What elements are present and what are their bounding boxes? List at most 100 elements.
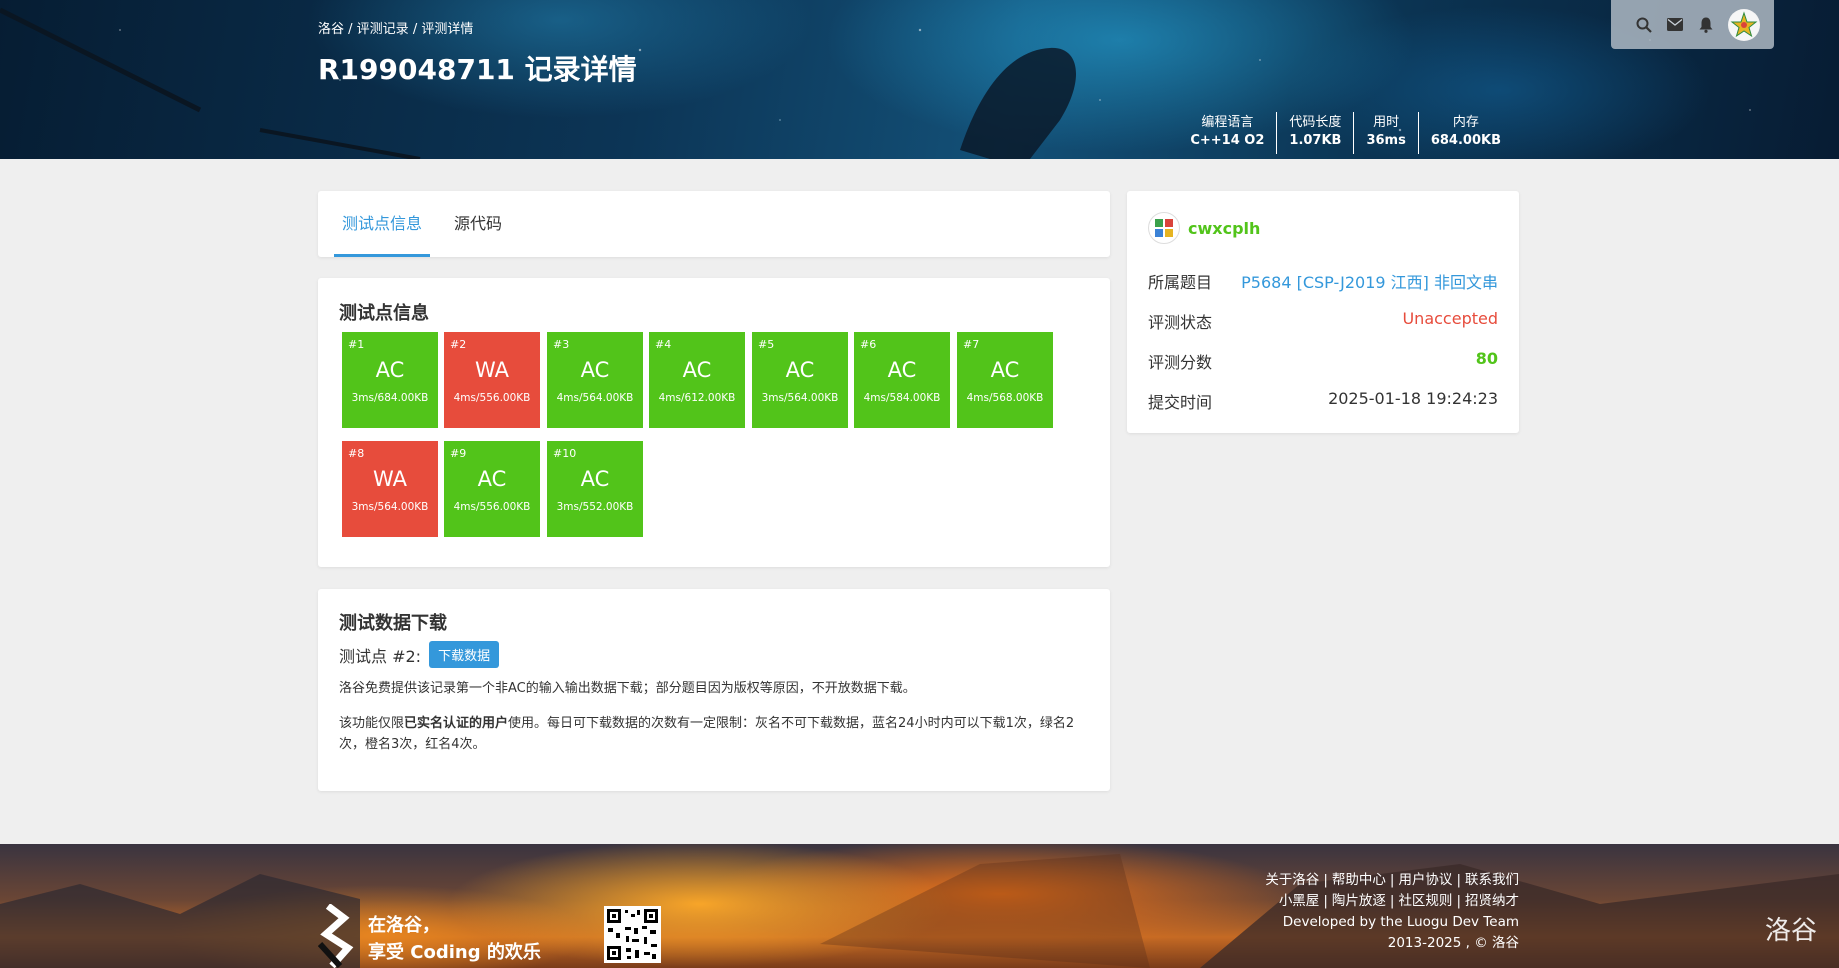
stat-value: C++14 O2 (1190, 133, 1265, 148)
link-contact[interactable]: 联系我们 (1465, 872, 1519, 888)
link-blacklist[interactable]: 小黑屋 (1279, 893, 1320, 909)
testcase-id: #10 (553, 447, 577, 460)
stat-label: 内存 (1452, 115, 1479, 130)
testcase-status: AC (580, 358, 610, 382)
stat-value: 36ms (1366, 133, 1406, 148)
submit-time-value: 2025-01-18 19:24:23 (1328, 389, 1498, 408)
copyright: 2013-2025 , © 洛谷 (1387, 935, 1519, 951)
testcase-id: #3 (553, 338, 570, 351)
breadcrumb-item-detail[interactable]: 评测详情 (421, 22, 473, 37)
stat-language: 编程语言 C++14 O2 (1178, 112, 1276, 154)
tab-testcases[interactable]: 测试点信息 (333, 191, 431, 257)
slogan-line-1: 在洛谷， (368, 915, 440, 936)
footer: 在洛谷， 享受 Coding 的欢乐 关于洛谷 | 帮助中心 | 用户协议 | 联系我们 小… (0, 844, 1839, 968)
testcase-id: #7 (963, 338, 980, 351)
testcase-9[interactable]: #9 AC 4ms/556.00KB (444, 441, 540, 537)
dev-team-link[interactable]: Luogu Dev Team (1407, 914, 1519, 930)
link-about[interactable]: 关于洛谷 (1265, 872, 1319, 888)
link-careers[interactable]: 招贤纳才 (1465, 893, 1519, 909)
tab-source-code[interactable]: 源代码 (454, 191, 502, 257)
status-label: 评测状态 (1148, 313, 1213, 332)
testcase-id: #1 (348, 338, 365, 351)
score-label: 评测分数 (1148, 353, 1213, 372)
testcase-info: 3ms/564.00KB (761, 392, 839, 404)
record-stats: 编程语言 C++14 O2 代码长度 1.07KB 用时 36ms 内存 684… (1178, 112, 1513, 154)
footer-links: 关于洛谷 | 帮助中心 | 用户协议 | 联系我们 小黑屋 | 陶片放逐 | 社区规则 | 招贤纳才 D… (1265, 870, 1519, 954)
footer-links-row-2: 小黑屋 | 陶片放逐 | 社区规则 | 招贤纳才 (1278, 893, 1519, 909)
testcase-id: #2 (450, 338, 467, 351)
download-note-2: 该功能仅限已实名认证的用户使用。每日可下载数据的次数有一定限制：灰名不可下载数据… (339, 716, 1075, 752)
developed-by: Developed by the Luogu Dev Team (1282, 914, 1519, 930)
testcase-id: #4 (655, 338, 672, 351)
testcase-status: AC (887, 358, 917, 382)
testcase-status: AC (785, 358, 815, 382)
testcase-status: AC (477, 467, 507, 491)
breadcrumb: 洛谷 / 评测记录 / 评测详情 (318, 22, 474, 37)
problem-link[interactable]: P5684 [CSP-J2019 江西] 非回文串 (1241, 269, 1498, 293)
testcase-2[interactable]: #2 WA 4ms/556.00KB (444, 332, 540, 428)
luogu-logo-icon (318, 904, 354, 968)
testcase-info: 4ms/612.00KB (658, 392, 736, 404)
testcase-8[interactable]: #8 WA 3ms/564.00KB (342, 441, 438, 537)
score-value: 80 (1475, 349, 1498, 368)
slogan-line-2: 享受 Coding 的欢乐 (368, 942, 541, 963)
link-agreement[interactable]: 用户协议 (1398, 872, 1452, 888)
submit-time-label: 提交时间 (1148, 393, 1213, 412)
user-avatar[interactable] (1148, 212, 1180, 244)
score-row: 评测分数 80 (1148, 349, 1498, 373)
testcase-info: 4ms/556.00KB (453, 392, 531, 404)
breadcrumb-item-luogu[interactable]: 洛谷 (318, 22, 344, 37)
username-link[interactable]: cwxcplh (1188, 219, 1260, 238)
download-row: 测试点 #2: 下载数据 (339, 641, 500, 668)
avatar[interactable] (1728, 8, 1760, 41)
mail-icon[interactable] (1666, 16, 1683, 33)
download-data-button[interactable]: 下载数据 (429, 641, 500, 668)
testcase-info: 4ms/556.00KB (453, 501, 531, 513)
testcase-info: 4ms/568.00KB (966, 392, 1044, 404)
record-tabs: 测试点信息 源代码 (318, 191, 1110, 257)
testcase-6[interactable]: #6 AC 4ms/584.00KB (854, 332, 950, 428)
download-note-1: 洛谷免费提供该记录第一个非AC的输入输出数据下载；部分题目因为版权等原因，不开放… (339, 681, 916, 696)
footer-brand: 洛谷 (1764, 916, 1817, 946)
problem-label: 所属题目 (1148, 273, 1213, 292)
stat-label: 代码长度 (1289, 115, 1342, 130)
footer-decoration (0, 854, 1839, 968)
user-toolbar (1611, 0, 1774, 49)
stat-value: 684.00KB (1430, 133, 1501, 148)
testcase-id: #6 (860, 338, 877, 351)
download-title: 测试数据下载 (339, 613, 447, 634)
testcase-1[interactable]: #1 AC 3ms/684.00KB (342, 332, 438, 428)
testcase-status: AC (375, 358, 405, 382)
testdata-download-card: 测试数据下载 测试点 #2: 下载数据 洛谷免费提供该记录第一个非AC的输入输出… (318, 589, 1110, 791)
verified-user-emphasis: 已实名认证的用户 (404, 716, 509, 731)
testcases-title: 测试点信息 (339, 303, 429, 324)
status-row: 评测状态 Unaccepted (1148, 309, 1498, 333)
search-icon[interactable] (1635, 16, 1652, 33)
stat-label: 编程语言 (1201, 115, 1254, 130)
bell-icon[interactable] (1697, 16, 1714, 33)
testcase-7[interactable]: #7 AC 4ms/568.00KB (957, 332, 1053, 428)
link-ostracism[interactable]: 陶片放逐 (1332, 893, 1386, 909)
link-help[interactable]: 帮助中心 (1332, 872, 1386, 888)
testcase-status: AC (580, 467, 610, 491)
breadcrumb-item-records[interactable]: 评测记录 (357, 22, 409, 37)
stat-value: 1.07KB (1289, 133, 1342, 148)
qr-code-icon (604, 906, 661, 963)
testcase-status: WA (373, 467, 407, 491)
submit-time-row: 提交时间 2025-01-18 19:24:23 (1148, 389, 1498, 413)
download-case-label: 测试点 #2: (339, 646, 422, 666)
link-community-rules[interactable]: 社区规则 (1398, 893, 1452, 909)
testcase-info: 4ms/564.00KB (556, 392, 634, 404)
testcase-id: #5 (758, 338, 775, 351)
footer-links-row-1: 关于洛谷 | 帮助中心 | 用户协议 | 联系我们 (1265, 872, 1519, 888)
testcase-3[interactable]: #3 AC 4ms/564.00KB (547, 332, 643, 428)
problem-row: 所属题目 P5684 [CSP-J2019 江西] 非回文串 (1148, 269, 1498, 293)
testcase-10[interactable]: #10 AC 3ms/552.00KB (547, 441, 643, 537)
testcase-status: AC (990, 358, 1020, 382)
testcase-5[interactable]: #5 AC 3ms/564.00KB (752, 332, 848, 428)
footer-slogan: 在洛谷， 享受 Coding 的欢乐 (368, 912, 541, 966)
stat-label: 用时 (1373, 115, 1400, 130)
testcase-info: 3ms/564.00KB (351, 501, 429, 513)
testcase-4[interactable]: #4 AC 4ms/612.00KB (649, 332, 745, 428)
banner-decoration (0, 7, 1077, 159)
